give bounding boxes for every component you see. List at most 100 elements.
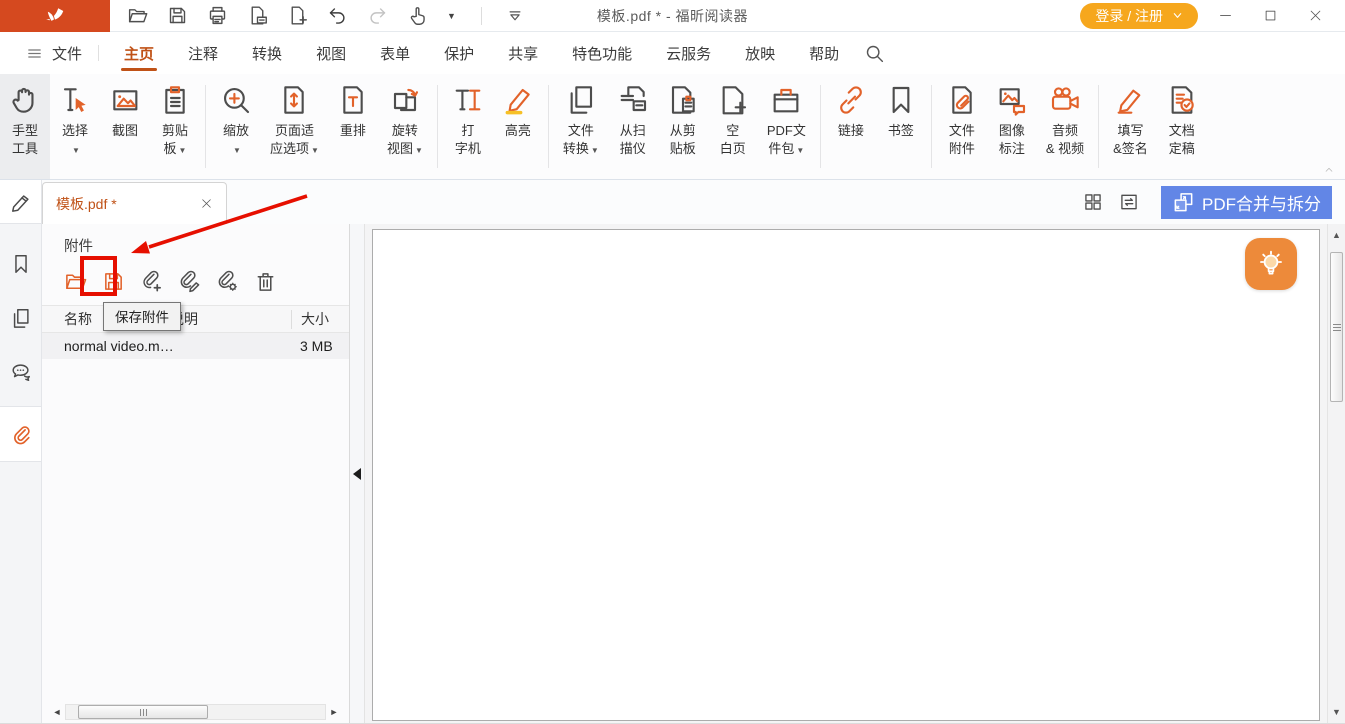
attachments-table: 名称 说明 大小 normal video.m… 3 MB <box>42 305 349 359</box>
fit-page-icon <box>278 83 310 117</box>
ribbon-item-pdf-portfolio[interactable]: PDF文件包▼ <box>758 74 815 179</box>
ribbon-item-select[interactable]: 选择▼ <box>50 74 100 179</box>
ribbon-item-bookmark[interactable]: 书签 <box>876 74 926 179</box>
ribbon-item-file-attachment[interactable]: 文件附件 <box>937 74 987 179</box>
ribbon-item-link[interactable]: 链接 <box>826 74 876 179</box>
comment-icon <box>10 361 32 383</box>
add-attachment-icon[interactable] <box>140 270 163 293</box>
attachments-panel-title: 附件 <box>42 224 349 256</box>
scroll-down-arrow[interactable]: ▼ <box>1328 705 1345 719</box>
sidebar-item-annotate[interactable] <box>0 180 41 224</box>
menu-tab-6[interactable]: 保护 <box>427 32 491 74</box>
tab-close-icon[interactable] <box>200 197 213 210</box>
assistant-bulb-button[interactable] <box>1245 238 1297 290</box>
open-attachment-icon[interactable] <box>64 270 87 293</box>
ribbon-item-fill-sign[interactable]: 填写&签名 <box>1104 74 1157 179</box>
print-icon[interactable] <box>207 5 228 26</box>
column-header-size[interactable]: 大小 <box>291 310 349 329</box>
ribbon-item-snapshot[interactable]: 截图 <box>100 74 150 179</box>
sidebar-item-attachments[interactable] <box>0 406 41 462</box>
merge-button-label: PDF合并与拆分 <box>1202 190 1321 215</box>
ribbon-item-image-annotation[interactable]: 图像标注 <box>987 74 1037 179</box>
hand-tool-icon <box>9 83 41 117</box>
ribbon-collapse-chevron-icon[interactable] <box>1322 165 1336 175</box>
scroll-left-arrow[interactable]: ◄ <box>49 704 65 720</box>
undo-icon[interactable] <box>327 5 348 26</box>
page-thumbnails-icon[interactable] <box>1083 192 1103 212</box>
paperclip-icon <box>10 423 32 445</box>
foxit-logo-icon <box>42 5 68 27</box>
ribbon-item-highlight[interactable]: 高亮 <box>493 74 543 179</box>
ribbon-item-doc-finalize[interactable]: 文档定稿 <box>1157 74 1207 179</box>
menu-tab-4[interactable]: 视图 <box>299 32 363 74</box>
ribbon-item-clipboard[interactable]: 剪贴板▼ <box>150 74 200 179</box>
menu-tab-5[interactable]: 表单 <box>363 32 427 74</box>
save-icon[interactable] <box>167 5 188 26</box>
zoom-in-icon <box>220 83 252 117</box>
ribbon-group-separator <box>437 85 438 168</box>
ribbon-item-hand-tool[interactable]: 手型工具 <box>0 74 50 179</box>
attachment-size: 3 MB <box>291 338 349 354</box>
scroll-right-arrow[interactable]: ► <box>326 704 342 720</box>
search-icon[interactable] <box>864 43 885 64</box>
attachment-row[interactable]: normal video.m… 3 MB <box>42 333 349 359</box>
menu-tab-1[interactable]: 主页 <box>107 32 171 74</box>
ribbon-item-from-clipboard[interactable]: 从剪贴板 <box>658 74 708 179</box>
ribbon-item-audio-video[interactable]: 音频& 视频 <box>1037 74 1093 179</box>
document-canvas: ▲ ▼ <box>365 224 1345 723</box>
document-tab[interactable]: 模板.pdf * <box>42 182 227 224</box>
attachments-panel: 附件 保存附件 名称 说明 大小 n <box>42 224 350 723</box>
vertical-scrollbar: ▲ ▼ <box>1327 224 1345 723</box>
sidebar-item-bookmarks[interactable] <box>0 240 41 288</box>
ribbon-item-typewriter[interactable]: 打字机 <box>443 74 493 179</box>
pdf-page[interactable] <box>372 229 1320 721</box>
scrollbar-track[interactable] <box>65 704 326 720</box>
menu-tab-11[interactable]: 帮助 <box>792 32 856 74</box>
redo-icon[interactable] <box>367 5 388 26</box>
ribbon-item-zoom[interactable]: 缩放▼ <box>211 74 261 179</box>
minimize-button[interactable] <box>1218 8 1233 23</box>
login-register-button[interactable]: 登录 / 注册 <box>1080 3 1198 29</box>
menu-tab-3[interactable]: 转换 <box>235 32 299 74</box>
save-attachment-icon[interactable] <box>102 270 125 293</box>
ribbon-item-convert-files[interactable]: 文件转换▼ <box>554 74 608 179</box>
edit-attachment-description-icon[interactable] <box>178 270 201 293</box>
customize-toolbar-chevron-icon[interactable] <box>506 7 524 25</box>
ribbon-item-fit-page-options[interactable]: 页面适应选项▼ <box>261 74 328 179</box>
page-remove-icon[interactable] <box>247 5 268 26</box>
menu-tab-9[interactable]: 云服务 <box>649 32 728 74</box>
ribbon-item-blank-page[interactable]: 空白页 <box>708 74 758 179</box>
scrollbar-thumb[interactable] <box>78 705 208 719</box>
select-tool-icon <box>59 83 91 117</box>
attachment-settings-icon[interactable] <box>216 270 239 293</box>
bookmark-icon <box>885 83 917 117</box>
foxit-logo[interactable] <box>0 0 110 32</box>
pages-icon <box>10 307 32 329</box>
sidebar-item-pages[interactable] <box>0 294 41 342</box>
pdf-merge-split-button[interactable]: PDF合并与拆分 <box>1161 186 1332 219</box>
delete-attachment-icon[interactable] <box>254 270 277 293</box>
document-tab-label: 模板.pdf * <box>56 194 200 214</box>
page-insert-icon[interactable] <box>287 5 308 26</box>
menu-file[interactable]: 文件 <box>18 32 90 74</box>
sidebar-item-comments[interactable] <box>0 348 41 396</box>
panel-collapse-strip[interactable] <box>350 224 365 723</box>
menu-tab-7[interactable]: 共享 <box>491 32 555 74</box>
menu-tab-10[interactable]: 放映 <box>728 32 792 74</box>
scroll-up-arrow[interactable]: ▲ <box>1328 228 1345 242</box>
switch-tabs-icon[interactable] <box>1119 192 1139 212</box>
ribbon-item-from-scanner[interactable]: 从扫描仪 <box>608 74 658 179</box>
maximize-button[interactable] <box>1263 8 1278 23</box>
ribbon-item-rotate-view[interactable]: 旋转视图▼ <box>378 74 432 179</box>
open-file-icon[interactable] <box>127 5 148 26</box>
menu-tab-2[interactable]: 注释 <box>171 32 235 74</box>
lightbulb-icon <box>1255 248 1287 280</box>
from-clipboard-icon <box>667 83 699 117</box>
vertical-scrollbar-thumb[interactable] <box>1330 252 1343 402</box>
close-button[interactable] <box>1308 8 1323 23</box>
quick-access-toolbar: ▼ <box>127 5 482 26</box>
menu-tab-8[interactable]: 特色功能 <box>555 32 649 74</box>
hand-select-dropdown-arrow-icon[interactable]: ▼ <box>447 11 456 21</box>
hand-select-icon[interactable] <box>407 5 428 26</box>
ribbon-item-reflow[interactable]: 重排 <box>328 74 378 179</box>
